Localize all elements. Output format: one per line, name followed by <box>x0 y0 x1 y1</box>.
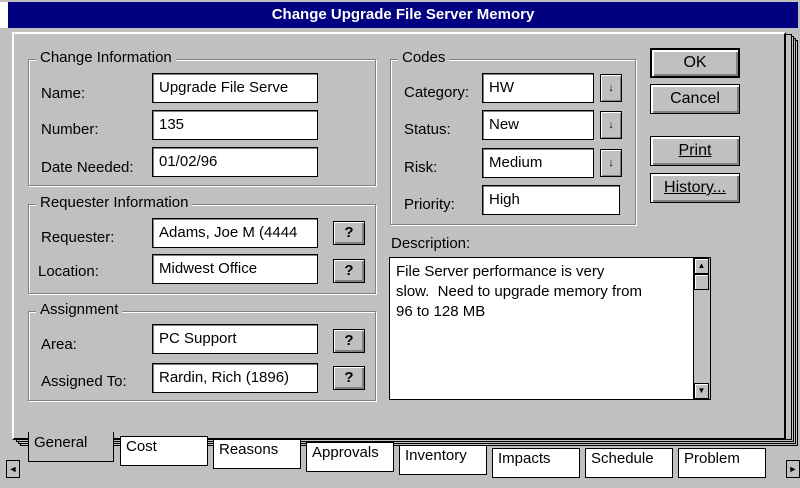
assigned-to-field[interactable]: Rardin, Rich (1896) <box>152 363 318 393</box>
requester-label: Requester: <box>41 229 115 246</box>
description-label: Description: <box>391 235 471 252</box>
tab-schedule[interactable]: Schedule <box>585 448 673 478</box>
risk-label: Risk: <box>404 159 438 176</box>
status-label: Status: <box>404 121 451 138</box>
history-button-label: History... <box>664 179 726 196</box>
tab-approvals[interactable]: Approvals <box>306 442 394 472</box>
requester-lookup-button[interactable]: ? <box>333 221 365 245</box>
name-label: Name: <box>41 85 86 102</box>
tab-problem[interactable]: Problem <box>678 448 766 478</box>
group-title: Change Information <box>36 49 176 66</box>
group-title: Codes <box>398 49 450 66</box>
risk-dropdown-button[interactable]: ↓ <box>600 149 622 177</box>
title-bar[interactable]: Change Upgrade File Server Memory <box>0 0 800 31</box>
description-scrollbar[interactable]: ▲ ▼ <box>693 258 710 399</box>
area-field[interactable]: PC Support <box>152 324 318 354</box>
tab-reasons[interactable]: Reasons <box>213 439 301 469</box>
category-label: Category: <box>404 84 470 101</box>
status-select[interactable]: New <box>482 110 594 140</box>
ok-button[interactable]: OK <box>650 48 740 78</box>
group-title: Requester Information <box>36 194 193 211</box>
assigned-to-lookup-button[interactable]: ? <box>333 366 365 390</box>
group-title: Assignment <box>36 301 123 318</box>
date-needed-field[interactable]: 01/02/96 <box>152 147 318 177</box>
print-button[interactable]: Print <box>650 136 740 166</box>
tab-inventory[interactable]: Inventory <box>399 445 487 475</box>
location-label: Location: <box>38 263 99 280</box>
priority-field[interactable]: High <box>482 185 620 215</box>
area-lookup-button[interactable]: ? <box>333 329 365 353</box>
assigned-to-label: Assigned To: <box>41 373 127 390</box>
tab-impacts[interactable]: Impacts <box>492 448 580 478</box>
number-label: Number: <box>41 121 99 138</box>
category-dropdown-button[interactable]: ↓ <box>600 74 622 102</box>
print-button-label: Print <box>678 142 712 159</box>
tab-scroll-right-icon[interactable]: ► <box>786 460 800 478</box>
requester-field[interactable]: Adams, Joe M (4444 <box>152 218 318 248</box>
location-field[interactable]: Midwest Office <box>152 254 318 284</box>
tab-cost[interactable]: Cost <box>120 436 208 466</box>
number-field[interactable]: 135 <box>152 110 318 140</box>
history-button[interactable]: History... <box>650 173 740 203</box>
cancel-button[interactable]: Cancel <box>650 84 740 114</box>
tab-general[interactable]: General <box>28 432 114 462</box>
priority-label: Priority: <box>404 196 455 213</box>
risk-select[interactable]: Medium <box>482 148 594 178</box>
window-title: Change Upgrade File Server Memory <box>8 2 798 28</box>
scroll-up-arrow-icon[interactable]: ▲ <box>694 258 709 274</box>
status-dropdown-button[interactable]: ↓ <box>600 111 622 139</box>
name-field[interactable]: Upgrade File Serve <box>152 73 318 103</box>
area-label: Area: <box>41 336 77 353</box>
location-lookup-button[interactable]: ? <box>333 259 365 283</box>
scroll-thumb[interactable] <box>694 274 709 290</box>
scroll-down-arrow-icon[interactable]: ▼ <box>694 383 709 399</box>
date-needed-label: Date Needed: <box>41 159 134 176</box>
category-select[interactable]: HW <box>482 73 594 103</box>
description-text: File Server performance is very slow. Ne… <box>396 263 642 320</box>
description-textarea[interactable]: File Server performance is very slow. Ne… <box>389 257 711 400</box>
tab-scroll-left-icon[interactable]: ◄ <box>6 460 20 478</box>
